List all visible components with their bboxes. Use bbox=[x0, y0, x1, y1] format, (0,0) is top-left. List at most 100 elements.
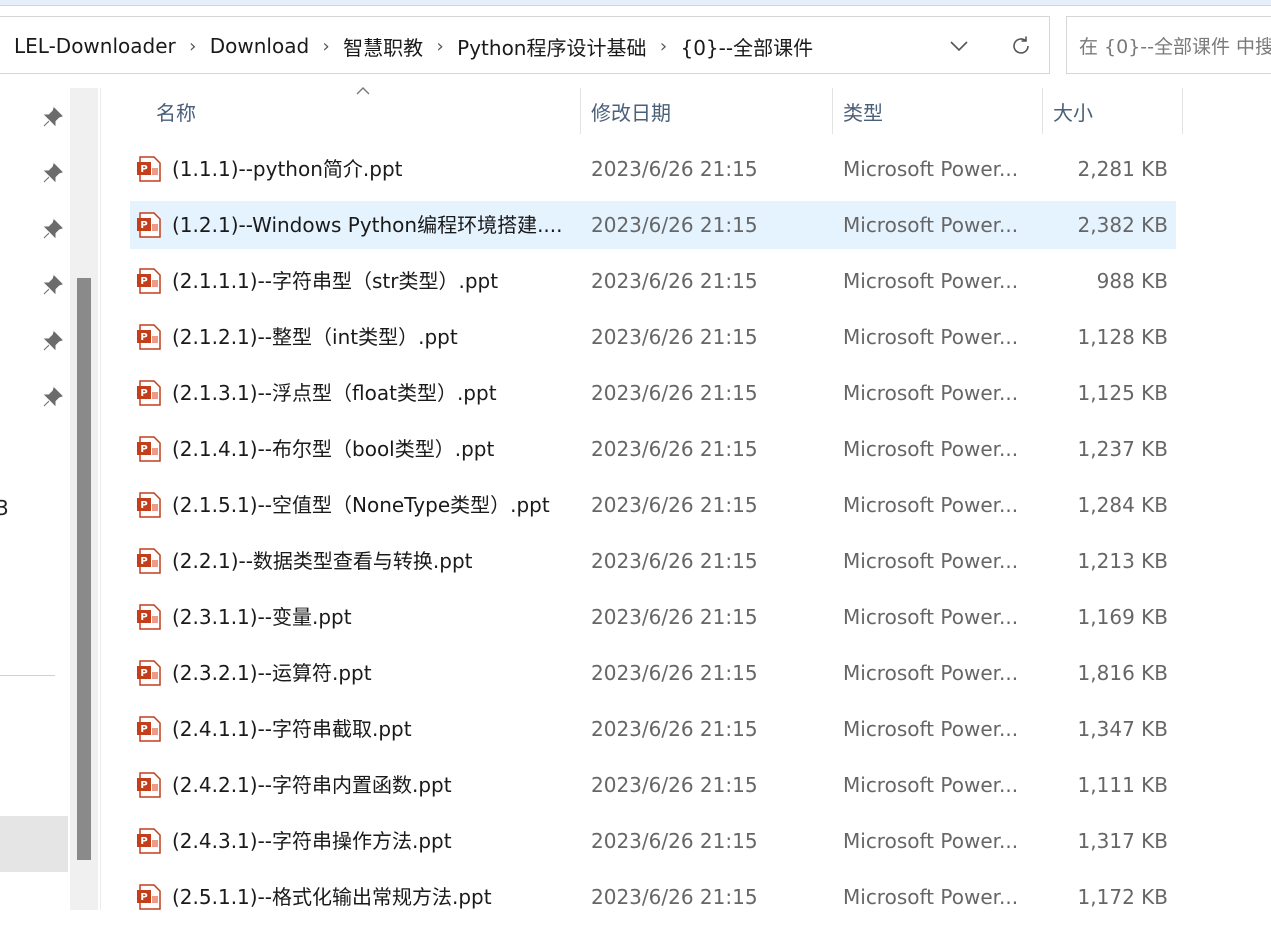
powerpoint-file-icon: P bbox=[137, 884, 161, 910]
file-row[interactable]: P (2.5.1.1)--格式化输出常规方法.ppt 2023/6/26 21:… bbox=[130, 873, 1176, 921]
file-modified: 2023/6/26 21:15 bbox=[591, 213, 758, 237]
file-size: 2,281 KB bbox=[1077, 157, 1168, 181]
column-separator[interactable] bbox=[832, 88, 833, 134]
file-row[interactable]: P (2.4.2.1)--字符串内置函数.ppt 2023/6/26 21:15… bbox=[130, 761, 1176, 809]
pin-icon[interactable] bbox=[42, 218, 64, 240]
file-type: Microsoft Power... bbox=[843, 829, 1019, 853]
powerpoint-file-icon: P bbox=[137, 156, 161, 182]
file-name: (1.1.1)--python简介.ppt bbox=[172, 157, 403, 181]
file-modified: 2023/6/26 21:15 bbox=[591, 437, 758, 461]
column-separator[interactable] bbox=[1182, 88, 1183, 134]
file-modified: 2023/6/26 21:15 bbox=[591, 661, 758, 685]
pin-icon[interactable] bbox=[42, 106, 64, 128]
file-row[interactable]: P (1.1.1)--python简介.ppt 2023/6/26 21:15 … bbox=[130, 145, 1176, 193]
file-row[interactable]: P (2.2.1)--数据类型查看与转换.ppt 2023/6/26 21:15… bbox=[130, 537, 1176, 585]
column-header-modified[interactable]: 修改日期 bbox=[591, 88, 827, 134]
chevron-down-icon[interactable] bbox=[946, 33, 972, 59]
nav-scrollbar-thumb[interactable] bbox=[77, 278, 91, 860]
column-separator[interactable] bbox=[580, 88, 581, 134]
file-size: 1,213 KB bbox=[1077, 549, 1168, 573]
svg-text:P: P bbox=[140, 332, 147, 343]
file-type: Microsoft Power... bbox=[843, 381, 1019, 405]
file-name: (2.2.1)--数据类型查看与转换.ppt bbox=[172, 549, 473, 573]
svg-text:P: P bbox=[140, 836, 147, 847]
powerpoint-file-icon: P bbox=[137, 716, 161, 742]
file-name: (2.5.1.1)--格式化输出常规方法.ppt bbox=[172, 885, 492, 909]
powerpoint-file-icon: P bbox=[137, 604, 161, 630]
file-name: (2.1.2.1)--整型（int类型）.ppt bbox=[172, 325, 458, 349]
file-name: (2.3.1.1)--变量.ppt bbox=[172, 605, 352, 629]
svg-text:P: P bbox=[140, 444, 147, 455]
pin-icon[interactable] bbox=[42, 386, 64, 408]
svg-text:P: P bbox=[140, 780, 147, 791]
search-box[interactable] bbox=[1066, 16, 1271, 74]
file-row[interactable]: P (2.1.4.1)--布尔型（bool类型）.ppt 2023/6/26 2… bbox=[130, 425, 1176, 473]
breadcrumb-item-python-course[interactable]: Python程序设计基础 bbox=[457, 32, 646, 61]
breadcrumb-chevron-icon[interactable]: › bbox=[423, 36, 457, 57]
breadcrumb-chevron-icon[interactable]: › bbox=[176, 36, 210, 57]
pin-icon[interactable] bbox=[42, 274, 64, 296]
pin-icon[interactable] bbox=[42, 330, 64, 352]
file-type: Microsoft Power... bbox=[843, 661, 1019, 685]
file-row[interactable]: P (2.1.3.1)--浮点型（float类型）.ppt 2023/6/26 … bbox=[130, 369, 1176, 417]
file-row[interactable]: P (2.4.1.1)--字符串截取.ppt 2023/6/26 21:15 M… bbox=[130, 705, 1176, 753]
file-row[interactable]: P (2.3.2.1)--运算符.ppt 2023/6/26 21:15 Mic… bbox=[130, 649, 1176, 697]
address-bar[interactable]: LEL-Downloader › Download › 智慧职教 › Pytho… bbox=[0, 16, 1050, 74]
file-size: 2,382 KB bbox=[1077, 213, 1168, 237]
file-row[interactable]: P (2.1.1.1)--字符串型（str类型）.ppt 2023/6/26 2… bbox=[130, 257, 1176, 305]
nav-divider bbox=[0, 675, 55, 676]
pin-icon[interactable] bbox=[42, 162, 64, 184]
breadcrumb-item-all-courseware[interactable]: {0}--全部课件 bbox=[680, 32, 813, 61]
powerpoint-file-icon: P bbox=[137, 436, 161, 462]
navigation-pane bbox=[0, 88, 70, 910]
column-header-type[interactable]: 类型 bbox=[843, 88, 1037, 134]
file-modified: 2023/6/26 21:15 bbox=[591, 325, 758, 349]
nav-item-selected[interactable] bbox=[0, 816, 68, 872]
breadcrumb: LEL-Downloader › Download › 智慧职教 › Pytho… bbox=[14, 17, 813, 75]
file-name: (2.4.2.1)--字符串内置函数.ppt bbox=[172, 773, 452, 797]
powerpoint-file-icon: P bbox=[137, 828, 161, 854]
column-header-size[interactable]: 大小 bbox=[1053, 88, 1177, 134]
file-row-selected[interactable]: P (1.2.1)--Windows Python编程环境搭建.... 2023… bbox=[130, 201, 1176, 249]
file-type: Microsoft Power... bbox=[843, 717, 1019, 741]
file-modified: 2023/6/26 21:15 bbox=[591, 493, 758, 517]
file-size: 1,169 KB bbox=[1077, 605, 1168, 629]
file-modified: 2023/6/26 21:15 bbox=[591, 605, 758, 629]
file-type: Microsoft Power... bbox=[843, 437, 1019, 461]
file-row[interactable]: P (2.1.5.1)--空值型（NoneType类型）.ppt 2023/6/… bbox=[130, 481, 1176, 529]
breadcrumb-item-lel-downloader[interactable]: LEL-Downloader bbox=[14, 34, 176, 58]
search-input[interactable] bbox=[1077, 31, 1271, 63]
column-header-name[interactable]: 名称 bbox=[156, 88, 576, 134]
breadcrumb-chevron-icon[interactable]: › bbox=[646, 36, 680, 57]
file-name: (2.1.4.1)--布尔型（bool类型）.ppt bbox=[172, 437, 495, 461]
window-top-edge bbox=[0, 0, 1271, 6]
file-size: 1,237 KB bbox=[1077, 437, 1168, 461]
svg-text:P: P bbox=[140, 276, 147, 287]
powerpoint-file-icon: P bbox=[137, 324, 161, 350]
refresh-icon[interactable] bbox=[1006, 31, 1036, 61]
file-size: 1,125 KB bbox=[1077, 381, 1168, 405]
svg-text:P: P bbox=[140, 668, 147, 679]
pane-divider[interactable] bbox=[100, 88, 101, 910]
file-modified: 2023/6/26 21:15 bbox=[591, 829, 758, 853]
powerpoint-file-icon: P bbox=[137, 380, 161, 406]
file-modified: 2023/6/26 21:15 bbox=[591, 885, 758, 909]
file-row[interactable]: P (2.4.3.1)--字符串操作方法.ppt 2023/6/26 21:15… bbox=[130, 817, 1176, 865]
file-size: 988 KB bbox=[1096, 269, 1168, 293]
svg-text:P: P bbox=[140, 612, 147, 623]
nav-item-partial-label[interactable]: 3 bbox=[0, 496, 9, 520]
file-row[interactable]: P (2.1.2.1)--整型（int类型）.ppt 2023/6/26 21:… bbox=[130, 313, 1176, 361]
svg-text:P: P bbox=[140, 388, 147, 399]
svg-text:P: P bbox=[140, 892, 147, 903]
file-type: Microsoft Power... bbox=[843, 213, 1019, 237]
svg-text:P: P bbox=[140, 500, 147, 511]
file-size: 1,816 KB bbox=[1077, 661, 1168, 685]
file-row[interactable]: P (2.3.1.1)--变量.ppt 2023/6/26 21:15 Micr… bbox=[130, 593, 1176, 641]
breadcrumb-chevron-icon[interactable]: › bbox=[309, 36, 343, 57]
file-name: (2.1.5.1)--空值型（NoneType类型）.ppt bbox=[172, 493, 550, 517]
file-size: 1,111 KB bbox=[1077, 773, 1168, 797]
breadcrumb-item-download[interactable]: Download bbox=[210, 34, 309, 58]
breadcrumb-item-zhihuizhijiao[interactable]: 智慧职教 bbox=[343, 32, 423, 61]
file-type: Microsoft Power... bbox=[843, 157, 1019, 181]
column-separator[interactable] bbox=[1042, 88, 1043, 134]
